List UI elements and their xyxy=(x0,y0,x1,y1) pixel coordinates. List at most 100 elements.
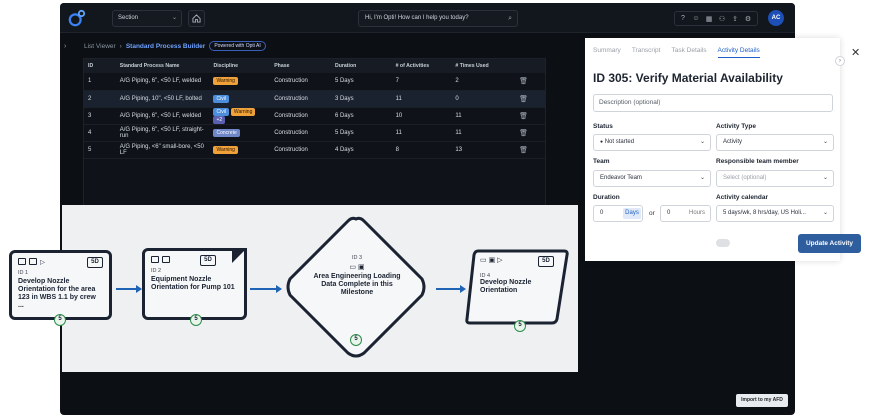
tag-civil: Civil xyxy=(213,94,229,103)
cell-used: 11 xyxy=(451,107,516,125)
panel-tabs: Summary Transcript Task Details Activity… xyxy=(593,47,760,58)
column-header[interactable]: Standard Process Name xyxy=(115,59,210,73)
table-row[interactable]: 5 A/G Piping, <6" small-bore, <50 LF War… xyxy=(84,141,545,159)
cell-phase: Construction xyxy=(270,73,331,91)
calendar-select[interactable]: 5 days/wk, 8 hrs/day, US Holi... ⌄ xyxy=(716,205,834,222)
search-icon[interactable]: ⌕ xyxy=(508,11,512,26)
node-badge: 5 xyxy=(190,314,202,326)
grid-icon[interactable]: ▦ xyxy=(704,14,714,24)
cell-id: 5 xyxy=(84,141,116,159)
column-header[interactable]: ID xyxy=(84,59,116,73)
home-button[interactable] xyxy=(188,10,205,27)
table-row[interactable]: 1 A/G Piping, 6", <50 LF, welded Warning… xyxy=(84,73,545,91)
robot-icon xyxy=(29,258,37,265)
tab-transcript[interactable]: Transcript xyxy=(632,47,661,58)
opti-logo-icon[interactable] xyxy=(68,9,86,27)
column-header[interactable]: Phase xyxy=(270,59,331,73)
settings-icon[interactable]: ⚙ xyxy=(743,14,753,24)
cell-duration: 3 Days xyxy=(330,90,392,108)
column-header[interactable]: # of Activities xyxy=(391,59,452,73)
close-icon[interactable]: ✕ xyxy=(851,46,860,59)
cell-id: 2 xyxy=(84,90,116,108)
cell-activities: 11 xyxy=(391,124,452,142)
user-avatar[interactable]: AC xyxy=(768,10,784,26)
folder-icon: ▭ xyxy=(349,264,357,271)
share-icon[interactable]: ⇪ xyxy=(730,14,740,24)
footer-toggle[interactable] xyxy=(716,239,730,247)
node-title: Equipment Nozzle Orientation for Pump 10… xyxy=(151,276,235,291)
robot-icon[interactable]: ☺ xyxy=(691,14,701,24)
cell-used: 0 xyxy=(451,90,516,108)
column-header[interactable]: # Times Used xyxy=(451,59,516,73)
cell-name: A/G Piping, 6", <50 LF, welded xyxy=(115,73,210,91)
cell-name: A/G Piping, 6", <50 LF, welded xyxy=(115,107,210,125)
cell-activities: 7 xyxy=(391,73,452,91)
folded-corner xyxy=(232,248,247,263)
trash-icon[interactable]: 🗑 xyxy=(519,147,528,154)
team-value: Endeavor Team xyxy=(600,175,642,181)
responsible-placeholder: Select (optional) xyxy=(723,175,767,181)
chevron-right-icon[interactable]: › xyxy=(835,56,845,66)
trash-icon[interactable]: 🗑 xyxy=(519,130,528,137)
cell-phase: Construction xyxy=(270,124,331,142)
opti-search-input[interactable]: Hi, I'm Opti! How can I help you today? … xyxy=(358,10,518,27)
cell-activities: 11 xyxy=(391,90,452,108)
tag-warning: Warning xyxy=(213,145,238,154)
toolbar-icons: ? ☺ ▦ ⚇ ⇪ ⚙ xyxy=(674,11,758,26)
calendar-value: 5 days/wk, 8 hrs/day, US Holi... xyxy=(723,210,806,216)
table-row[interactable]: 2 A/G Piping, 10", <50 LF, bolted Civil … xyxy=(84,90,545,108)
node-duration: 5D xyxy=(87,257,103,268)
cell-phase: Construction xyxy=(270,141,331,159)
sidebar-expand-icon[interactable]: › xyxy=(64,43,66,50)
trash-icon[interactable]: 🗑 xyxy=(519,78,528,85)
tab-task-details[interactable]: Task Details xyxy=(671,47,706,58)
chevron-down-icon: ⌄ xyxy=(822,175,828,181)
node-badge: 5 xyxy=(514,320,526,332)
update-activity-button[interactable]: Update Activity xyxy=(798,234,861,253)
cell-discipline: Concrete xyxy=(209,124,271,142)
people-icon[interactable]: ⚇ xyxy=(717,14,727,24)
chevron-down-icon: ⌄ xyxy=(171,15,177,21)
trash-icon[interactable]: 🗑 xyxy=(519,96,528,103)
breadcrumb: List Viewer › Standard Process Builder P… xyxy=(84,41,266,51)
cell-duration: 5 Days xyxy=(330,124,392,142)
trash-icon[interactable]: 🗑 xyxy=(519,113,528,120)
breadcrumb-parent[interactable]: List Viewer xyxy=(84,43,116,50)
connector-arrow xyxy=(436,285,466,293)
node-badge: 5 xyxy=(54,314,66,326)
table-row[interactable]: 4 A/G Piping, 6", <50 LF, straight-run C… xyxy=(84,124,545,142)
node-icons: ▭ ▣ xyxy=(312,263,402,271)
tag-concrete: Concrete xyxy=(213,128,240,137)
duration-days-input[interactable]: 0 Days xyxy=(593,205,643,222)
home-icon xyxy=(192,14,201,23)
duration-hours-input[interactable]: 0 Hours xyxy=(660,205,711,222)
status-value: Not started xyxy=(604,139,635,145)
cell-duration: 5 Days xyxy=(330,73,392,91)
status-select[interactable]: ● Not started ⌄ xyxy=(593,134,711,151)
folder-icon: ▭ xyxy=(480,257,487,264)
node-duration: 5D xyxy=(200,255,216,266)
duration-hours-value: 0 xyxy=(667,210,671,216)
opti-ai-badge: Powered with Opti AI xyxy=(209,41,266,51)
import-to-afd-button[interactable]: Import to my AFD xyxy=(736,394,788,407)
tag-more[interactable]: +2 xyxy=(213,115,226,124)
column-header[interactable]: Discipline xyxy=(209,59,271,73)
responsible-select[interactable]: Select (optional) ⌄ xyxy=(716,170,834,187)
diagram-node-4-content: ▭ ▣ ▷ 5D ID 4 Develop Nozzle Orientation xyxy=(480,256,560,295)
activity-type-select[interactable]: Activity ⌄ xyxy=(716,134,834,151)
column-header[interactable]: Duration xyxy=(330,59,392,73)
activity-type-value: Activity xyxy=(723,139,743,145)
team-select[interactable]: Endeavor Team ⌄ xyxy=(593,170,711,187)
tab-activity-details[interactable]: Activity Details xyxy=(717,47,760,58)
table-row[interactable]: 3 A/G Piping, 6", <50 LF, welded Civil Wa… xyxy=(84,107,545,125)
node-id: ID 2 xyxy=(151,268,162,274)
status-label: Status xyxy=(593,123,613,130)
description-input[interactable]: Description (optional) xyxy=(593,94,833,112)
tab-summary[interactable]: Summary xyxy=(593,47,621,58)
cell-activities: 8 xyxy=(391,141,452,159)
help-icon[interactable]: ? xyxy=(678,14,688,24)
cell-duration: 6 Days xyxy=(330,107,392,125)
node-id: ID 3 xyxy=(351,255,363,261)
section-dropdown[interactable]: Section ⌄ xyxy=(112,10,182,27)
diagram-node-1[interactable]: ▷ 5D ID 1 Develop Nozzle Orientation for… xyxy=(9,250,112,320)
